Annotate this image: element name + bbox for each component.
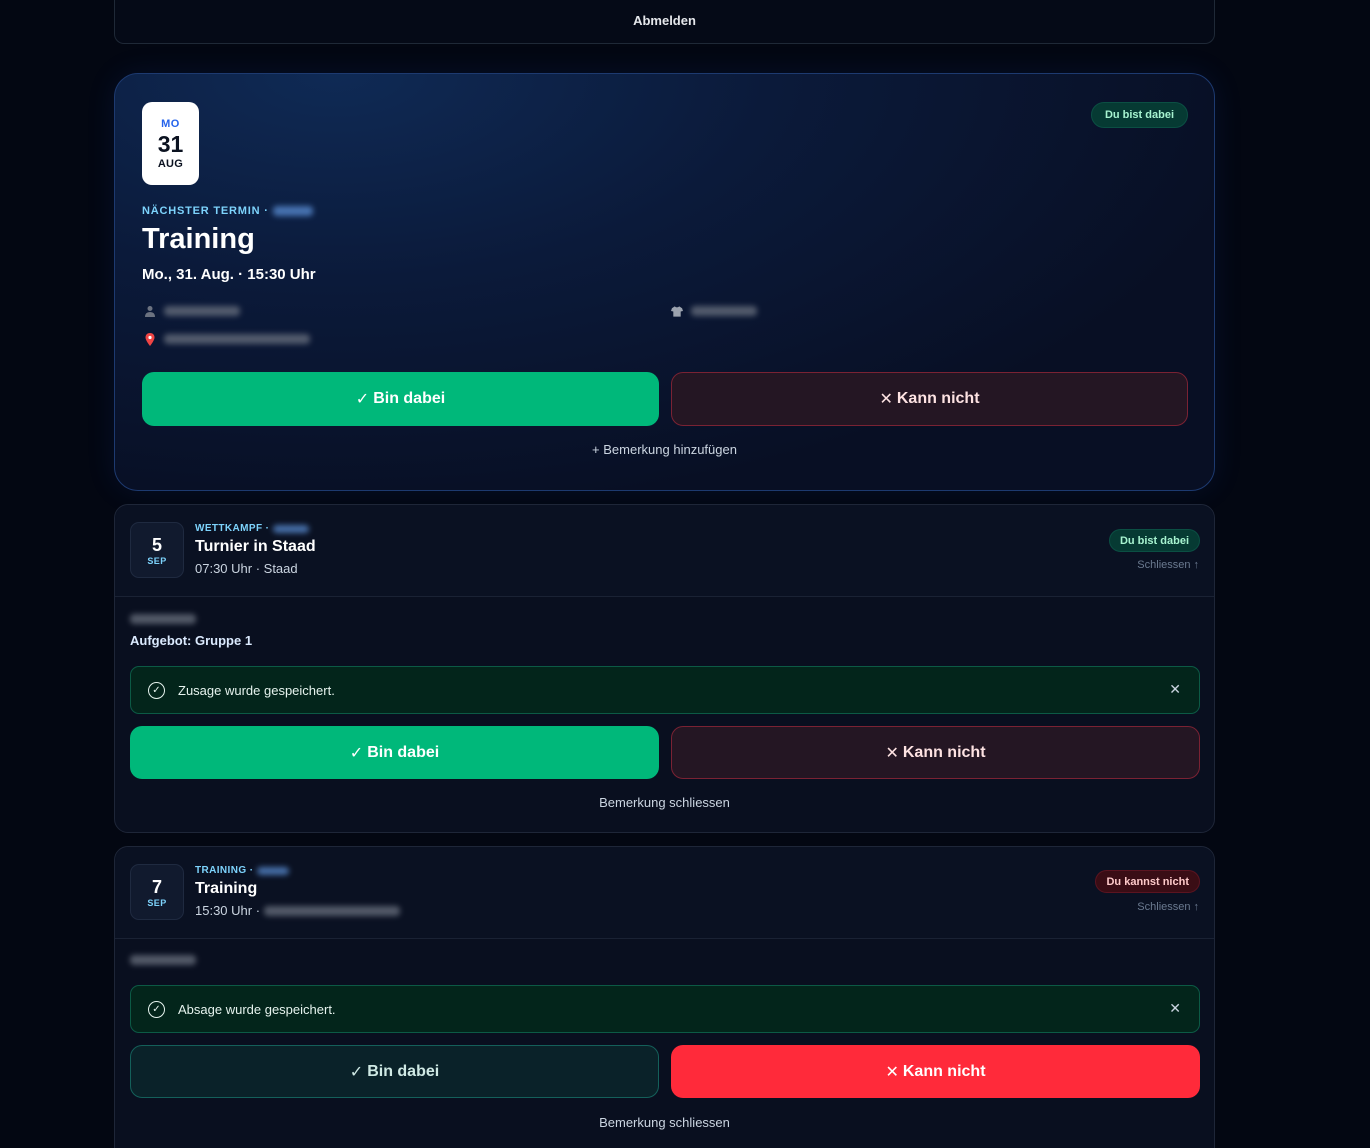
event-subtitle-text: 07:30 Uhr · Staad: [195, 561, 298, 576]
arrow-up-icon: ↑: [1193, 901, 1200, 913]
event-subtitle: 15:30 Uhr ·: [195, 903, 401, 918]
hero-location: [144, 332, 310, 346]
event-status-label: Du bist dabei: [1119, 534, 1189, 547]
event-accept-label: Bin dabei: [367, 1062, 440, 1080]
hero-date-badge: MO 31 AUG: [142, 102, 199, 185]
event-accept-label: Bin dabei: [367, 743, 440, 761]
arrow-up-icon: ↑: [1193, 559, 1200, 571]
x-icon: ✕: [879, 391, 893, 408]
close-note-label: Bemerkung schliessen: [599, 1115, 730, 1130]
event-decline-label: Kann nicht: [902, 743, 986, 761]
logout-label: Abmelden: [633, 13, 696, 28]
event-eyebrow-text: TRAINING ·: [195, 865, 254, 876]
event-title: Turnier in Staad: [195, 538, 316, 555]
redacted-location: [164, 334, 310, 344]
event-eyebrow: WETTKAMPF ·: [195, 523, 310, 534]
redacted-team: [273, 524, 310, 533]
collapse-label: Schliessen: [1137, 559, 1191, 571]
x-icon: ✕: [885, 1063, 899, 1081]
person-icon: [144, 305, 156, 317]
hero-decline-button[interactable]: ✕ Kann nicht: [671, 372, 1188, 426]
close-note-link[interactable]: Bemerkung schliessen: [115, 1115, 1214, 1130]
hero-status-label: Du bist dabei: [1104, 109, 1174, 121]
x-icon: ✕: [885, 744, 899, 762]
add-note-link[interactable]: + Bemerkung hinzufügen: [115, 442, 1214, 457]
collapse-button[interactable]: Schliessen ↑: [1137, 901, 1199, 913]
event-title: Training: [195, 880, 258, 897]
check-icon: ✓: [349, 744, 364, 762]
collapse-button[interactable]: Schliessen ↑: [1137, 559, 1199, 571]
close-note-link[interactable]: Bemerkung schliessen: [115, 795, 1214, 810]
logout-button[interactable]: Abmelden: [114, 0, 1215, 44]
event-date-month: SEP: [147, 556, 167, 566]
event-decline-button[interactable]: ✕ Kann nicht: [671, 1045, 1200, 1098]
event-date-month: SEP: [147, 898, 167, 908]
event-eyebrow: TRAINING ·: [195, 865, 290, 876]
redacted-coach: [164, 306, 240, 316]
event-date-day: 5: [151, 535, 162, 555]
redacted-location: [264, 905, 401, 916]
event-decline-label: Kann nicht: [902, 1062, 986, 1080]
close-icon[interactable]: ✕: [1169, 681, 1181, 698]
event-accept-button[interactable]: ✓ Bin dabei: [130, 1045, 659, 1098]
hero-decline-label: Kann nicht: [896, 390, 980, 407]
redacted-team: [272, 206, 313, 216]
event-decline-button[interactable]: ✕ Kann nicht: [671, 726, 1200, 779]
add-note-label: + Bemerkung hinzufügen: [592, 442, 737, 457]
success-toast: ✓ Absage wurde gespeichert. ✕: [130, 985, 1200, 1033]
toast-message: Absage wurde gespeichert.: [178, 1001, 336, 1017]
check-circle-icon: ✓: [148, 681, 165, 699]
event-card-header[interactable]: 7 SEP TRAINING · Training 15:30 Uhr · Du…: [115, 847, 1214, 939]
event-eyebrow-text: WETTKAMPF ·: [195, 523, 270, 534]
hero-eyebrow-text: NÄCHSTER TERMIN ·: [142, 205, 269, 217]
success-toast: ✓ Zusage wurde gespeichert. ✕: [130, 666, 1200, 714]
event-date-badge: 7 SEP: [130, 864, 184, 920]
hero-date-dow: MO: [161, 117, 180, 130]
event-lineup: Aufgebot: Gruppe 1: [130, 633, 253, 648]
toast-message: Zusage wurde gespeichert.: [178, 682, 335, 698]
close-note-label: Bemerkung schliessen: [599, 795, 730, 810]
event-card: 5 SEP WETTKAMPF · Turnier in Staad 07:30…: [114, 504, 1215, 833]
redacted-team: [257, 866, 290, 875]
event-subtitle-text: 15:30 Uhr ·: [195, 903, 261, 918]
event-date-badge: 5 SEP: [130, 522, 184, 578]
hero-datetime: Mo., 31. Aug. · 15:30 Uhr: [142, 266, 316, 283]
redacted-outfit: [130, 955, 196, 965]
check-circle-icon: ✓: [148, 1000, 165, 1018]
redacted-outfit: [691, 306, 757, 316]
close-icon[interactable]: ✕: [1169, 1000, 1181, 1017]
redacted-outfit: [130, 614, 196, 624]
event-status-label: Du kannst nicht: [1106, 875, 1189, 888]
event-accept-button[interactable]: ✓ Bin dabei: [130, 726, 659, 779]
event-status-badge: Du kannst nicht: [1095, 870, 1200, 893]
hero-accept-button[interactable]: ✓ Bin dabei: [142, 372, 659, 426]
event-card-header[interactable]: 5 SEP WETTKAMPF · Turnier in Staad 07:30…: [115, 505, 1214, 597]
check-icon: ✓: [349, 1063, 364, 1081]
event-date-day: 7: [151, 877, 162, 897]
event-subtitle: 07:30 Uhr · Staad: [195, 561, 298, 576]
next-event-card: MO 31 AUG Du bist dabei NÄCHSTER TERMIN …: [114, 73, 1215, 491]
hero-accept-label: Bin dabei: [373, 390, 446, 407]
hero-title: Training: [142, 223, 255, 255]
hero-coach: [144, 305, 240, 317]
event-card: 7 SEP TRAINING · Training 15:30 Uhr · Du…: [114, 846, 1215, 1148]
hero-outfit: [671, 305, 757, 317]
collapse-label: Schliessen: [1137, 901, 1191, 913]
hero-date-day: 31: [157, 130, 184, 157]
hero-eyebrow: NÄCHSTER TERMIN ·: [142, 205, 313, 217]
hero-status-badge: Du bist dabei: [1090, 102, 1188, 128]
hero-date-month: AUG: [157, 157, 184, 170]
check-icon: ✓: [355, 391, 370, 408]
event-status-badge: Du bist dabei: [1108, 529, 1200, 552]
pin-icon: [144, 332, 156, 346]
shirt-icon: [671, 305, 683, 317]
